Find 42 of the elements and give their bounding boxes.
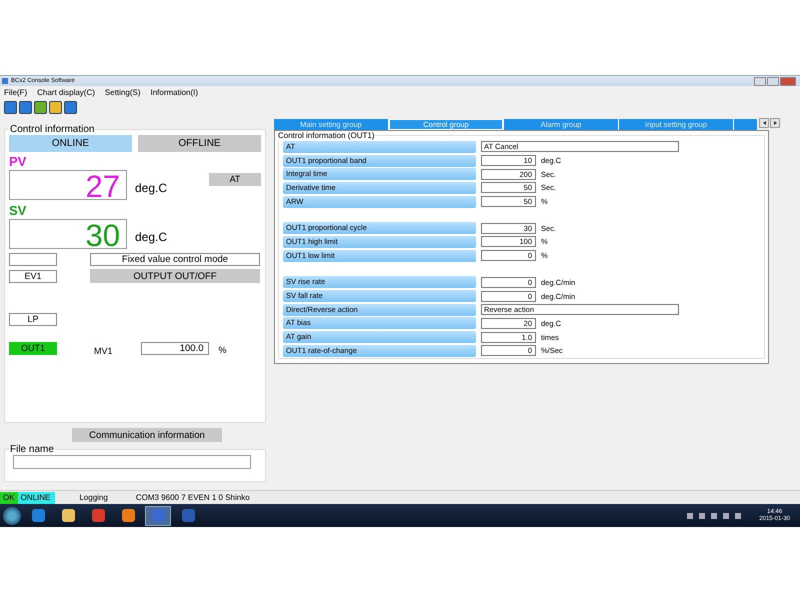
toolbar-icon[interactable] (4, 100, 17, 114)
toolbar-icon[interactable] (34, 100, 47, 114)
mode-display: Fixed value control mode (90, 253, 260, 266)
tab-scroll-icon[interactable] (759, 118, 780, 128)
output-button[interactable]: OUTPUT OUT/OFF (90, 269, 260, 283)
sv-value: 30 (9, 219, 127, 249)
window-controls-icon[interactable] (754, 76, 796, 86)
toolbar-icon[interactable] (49, 100, 62, 114)
mv-label: MV1 (94, 346, 113, 356)
indicator-lamp: LP (9, 313, 57, 326)
menu-item[interactable]: Chart display(C) (37, 88, 95, 96)
unit-label: deg.C (135, 230, 168, 244)
menu-item[interactable]: File(F) (4, 88, 28, 96)
unit-label: deg.C (135, 181, 168, 195)
indicator-lamp: OUT1 (9, 342, 57, 354)
status-indicator: OK (0, 492, 18, 504)
section-title: Control information (OUT1) (278, 131, 374, 140)
group-title: File name (9, 444, 55, 455)
file-name-field[interactable] (13, 455, 251, 469)
toolbar-icon[interactable] (64, 100, 77, 114)
pv-label: PV (9, 155, 28, 169)
sv-label: SV (9, 204, 28, 218)
pv-value: 27 (9, 170, 127, 200)
toolbar-icon[interactable] (19, 100, 32, 114)
taskbar-app-icon[interactable] (145, 506, 171, 526)
mv-value: 100.0 (140, 342, 209, 354)
menu-item[interactable]: Information(I) (150, 88, 198, 96)
app-icon (2, 78, 8, 84)
start-button[interactable] (3, 506, 21, 524)
menu-item[interactable]: Setting(S) (104, 88, 140, 96)
indicator-lamp: EV1 (9, 270, 57, 282)
unit-label: % (218, 345, 227, 355)
port-status: COM3 9600 7 EVEN 1 0 Shinko (136, 493, 250, 502)
connection-status: ONLINE (18, 492, 56, 504)
mode-button[interactable]: ONLINE (9, 135, 132, 152)
at-button[interactable]: AT (209, 172, 261, 186)
mode-button[interactable]: OFFLINE (138, 135, 261, 152)
logging-status: Logging (79, 493, 108, 502)
group-title: Control information (9, 124, 96, 135)
indicator-lamp (9, 253, 57, 266)
tray-icons[interactable] (687, 512, 742, 518)
communication-button[interactable]: Communication information (72, 428, 222, 442)
